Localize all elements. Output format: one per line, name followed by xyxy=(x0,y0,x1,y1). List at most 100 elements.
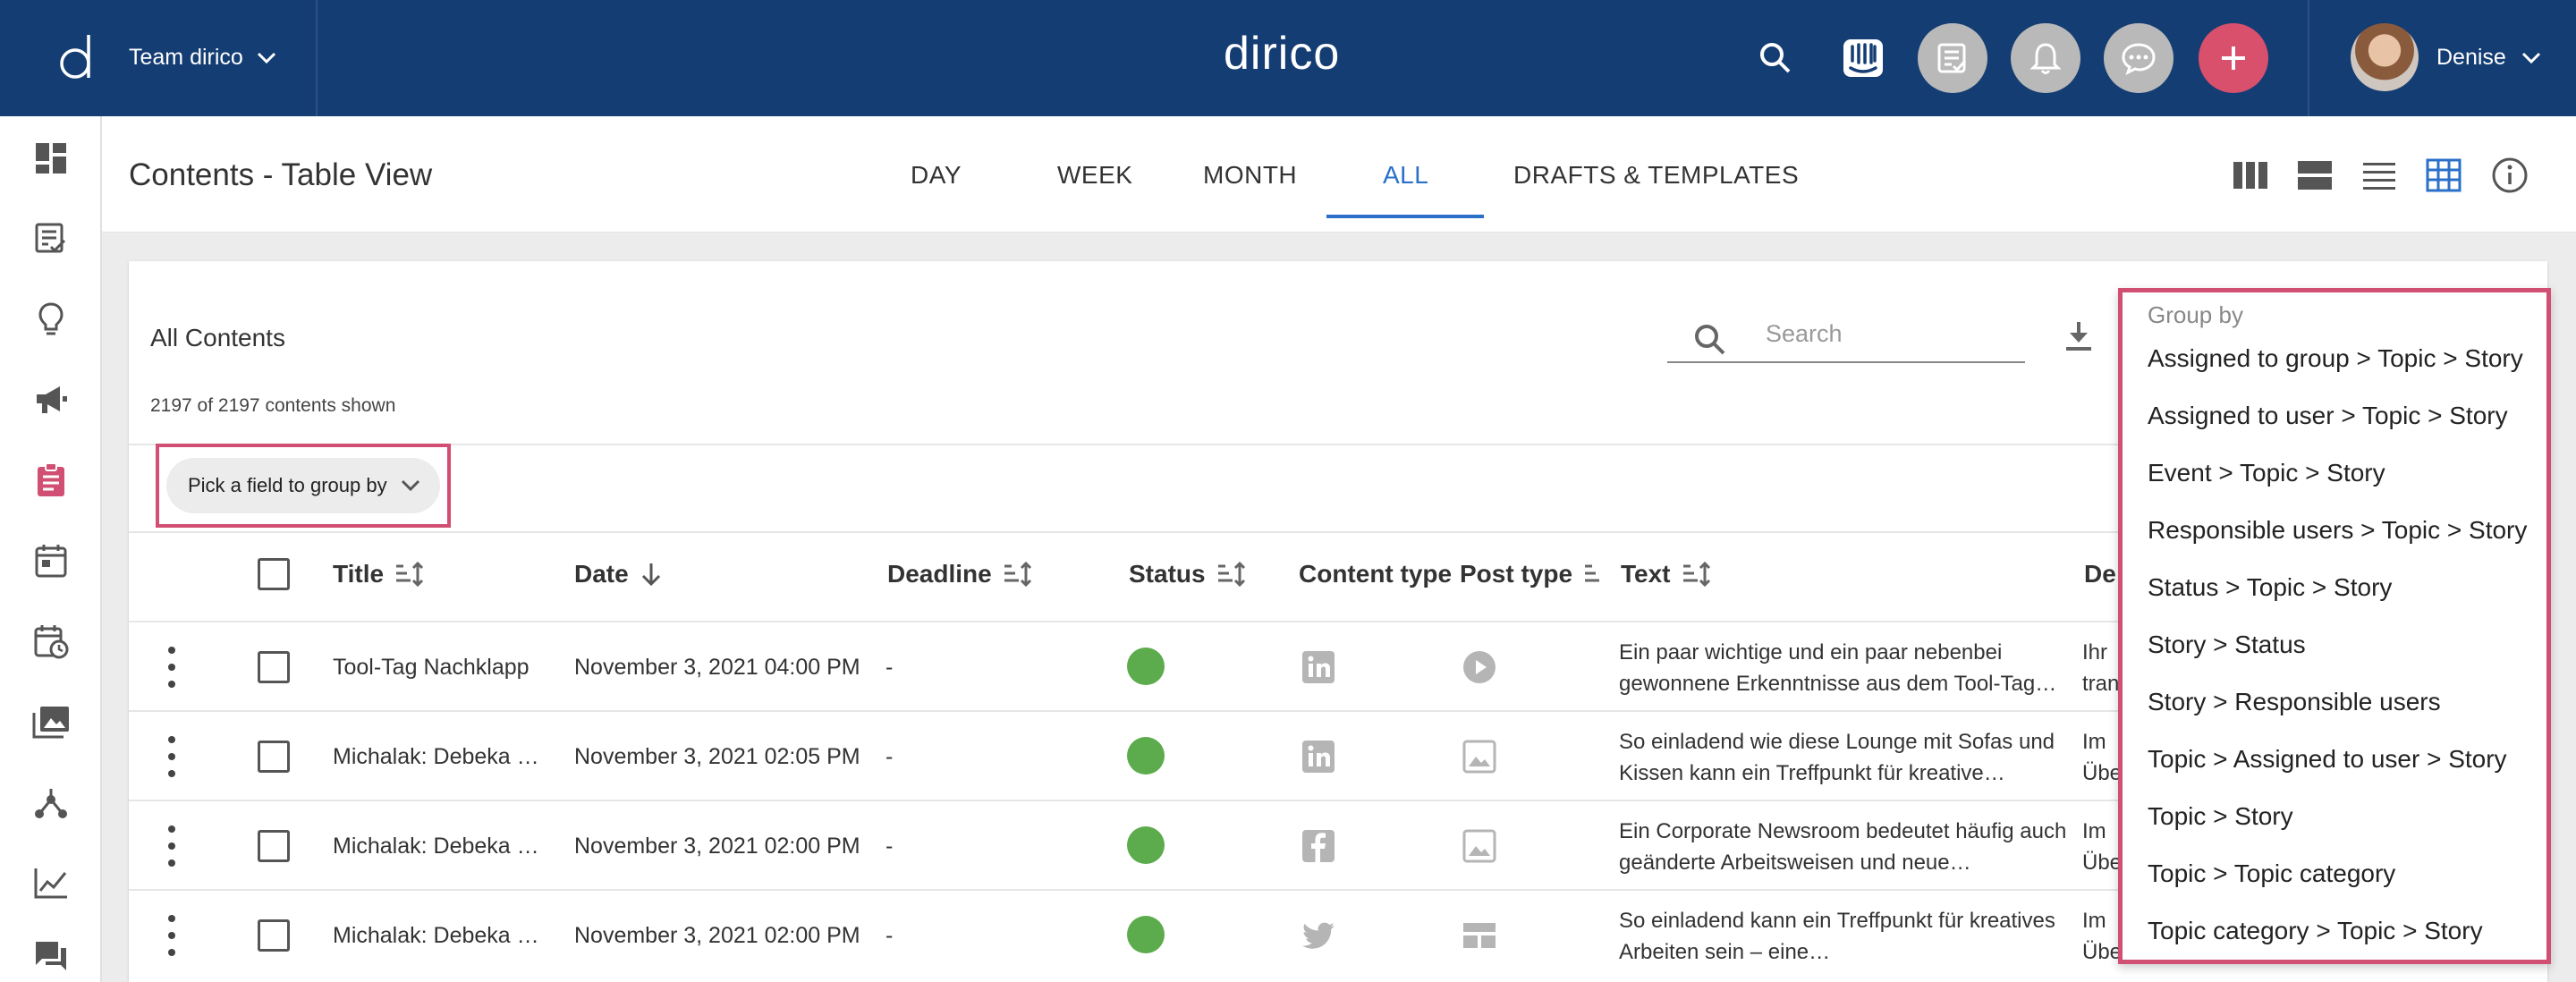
dropdown-option[interactable]: Story > Responsible users xyxy=(2148,688,2441,716)
info-icon[interactable] xyxy=(2490,156,2529,195)
tab-drafts-templates[interactable]: DRAFTS & TEMPLATES xyxy=(1513,161,1799,190)
tab-day[interactable]: DAY xyxy=(911,161,962,190)
dropdown-option[interactable]: Responsible users > Topic > Story xyxy=(2148,516,2527,545)
bell-icon[interactable] xyxy=(2011,23,2080,93)
tasks-icon[interactable] xyxy=(1918,23,1987,93)
dropdown-option[interactable]: Topic > Topic category xyxy=(2148,859,2395,888)
column-header-description[interactable]: De xyxy=(2084,560,2116,588)
status-indicator xyxy=(1127,648,1165,685)
dashboard-icon[interactable] xyxy=(30,138,72,179)
hierarchy-icon[interactable] xyxy=(30,782,72,823)
avatar[interactable] xyxy=(2351,23,2419,91)
row-title[interactable]: Michalak: Debeka … xyxy=(333,923,539,949)
list-view-icon[interactable] xyxy=(2360,156,2399,195)
dirico-logo-icon xyxy=(60,35,90,79)
row-checkbox[interactable] xyxy=(258,651,290,683)
download-icon[interactable] xyxy=(2061,318,2097,354)
kebab-menu-icon[interactable] xyxy=(166,915,177,956)
kebab-menu-icon[interactable] xyxy=(166,825,177,867)
sidebar xyxy=(0,116,102,982)
sort-icon xyxy=(1585,564,1600,582)
page-title: Contents - Table View xyxy=(129,157,433,192)
kebab-menu-icon[interactable] xyxy=(166,736,177,777)
user-name: Denise xyxy=(2436,45,2506,70)
row-date: November 3, 2021 02:00 PM xyxy=(574,923,860,948)
column-view-icon[interactable] xyxy=(2231,156,2270,195)
row-text: So einladend wie diese Lounge mit Sofas … xyxy=(1619,730,2055,785)
column-header-post-type[interactable]: Post type xyxy=(1460,560,1603,588)
row-checkbox[interactable] xyxy=(258,741,290,773)
page-header: Contents - Table View DAY WEEK MONTH ALL… xyxy=(102,116,2576,233)
row-deadline: - xyxy=(886,923,894,948)
chevron-down-icon xyxy=(257,52,275,63)
group-by-label: Pick a field to group by xyxy=(188,474,387,496)
dropdown-option[interactable]: Topic > Story xyxy=(2148,802,2293,831)
lightbulb-icon[interactable] xyxy=(30,299,72,340)
column-label: Date xyxy=(574,560,629,588)
sort-icon xyxy=(396,561,424,588)
row-checkbox[interactable] xyxy=(258,919,290,952)
column-header-status[interactable]: Status xyxy=(1129,560,1247,588)
media-library-icon[interactable] xyxy=(30,701,72,742)
kebab-menu-icon[interactable] xyxy=(166,647,177,688)
megaphone-icon[interactable] xyxy=(30,379,72,420)
row-text: Ein Corporate Newsroom bedeutet häufig a… xyxy=(1619,819,2067,875)
dropdown-option[interactable]: Story > Status xyxy=(2148,631,2306,659)
row-checkbox[interactable] xyxy=(258,830,290,862)
dropdown-option[interactable]: Topic category > Topic > Story xyxy=(2148,917,2483,945)
facebook-icon xyxy=(1302,830,1335,862)
sort-icon xyxy=(1004,561,1031,588)
column-label: Post type xyxy=(1460,560,1573,588)
column-label: Deadline xyxy=(887,560,992,588)
messages-icon[interactable] xyxy=(30,935,72,977)
row-text: Ein paar wichtige und ein paar nebenbei … xyxy=(1619,640,2057,696)
add-icon[interactable] xyxy=(2199,23,2268,93)
column-label: Status xyxy=(1129,560,1206,588)
card-title: All Contents xyxy=(150,324,285,351)
calendar-icon[interactable] xyxy=(30,540,72,581)
column-header-date[interactable]: Date xyxy=(574,560,663,588)
column-header-title[interactable]: Title xyxy=(333,560,425,588)
intercom-icon[interactable] xyxy=(1828,23,1898,93)
dropdown-option[interactable]: Event > Topic > Story xyxy=(2148,459,2385,487)
image-icon xyxy=(1462,740,1496,774)
dropdown-option[interactable]: Assigned to group > Topic > Story xyxy=(2148,344,2523,373)
row-date: November 3, 2021 02:05 PM xyxy=(574,744,860,769)
chevron-down-icon xyxy=(2521,52,2540,63)
row-title[interactable]: Tool-Tag Nachklapp xyxy=(333,655,530,681)
column-label: De xyxy=(2084,560,2116,588)
column-header-content-type[interactable]: Content type xyxy=(1299,560,1452,588)
tab-week[interactable]: WEEK xyxy=(1057,161,1132,190)
calendar-clock-icon[interactable] xyxy=(30,621,72,662)
column-header-deadline[interactable]: Deadline xyxy=(887,560,1033,588)
analytics-icon[interactable] xyxy=(30,862,72,903)
search-icon[interactable] xyxy=(1741,23,1810,93)
select-all-checkbox[interactable] xyxy=(258,558,290,590)
dropdown-option[interactable]: Assigned to user > Topic > Story xyxy=(2148,402,2508,430)
chat-icon[interactable] xyxy=(2104,23,2174,93)
dropdown-option[interactable]: Status > Topic > Story xyxy=(2148,573,2392,602)
team-selector[interactable]: Team dirico xyxy=(129,45,277,71)
tab-month[interactable]: MONTH xyxy=(1203,161,1297,190)
row-deadline: - xyxy=(886,655,894,680)
carousel-icon xyxy=(1463,923,1496,948)
row-title[interactable]: Michalak: Debeka … xyxy=(333,744,539,770)
video-icon xyxy=(1463,651,1496,683)
clipboard-icon[interactable] xyxy=(30,460,72,501)
linkedin-icon xyxy=(1302,741,1335,773)
twitter-icon xyxy=(1302,922,1335,949)
group-by-select[interactable]: Pick a field to group by xyxy=(166,458,440,513)
column-header-text[interactable]: Text xyxy=(1621,560,1712,588)
dropdown-option[interactable]: Topic > Assigned to user > Story xyxy=(2148,745,2507,774)
card-view-icon[interactable] xyxy=(2295,156,2334,195)
content-list-icon[interactable] xyxy=(30,218,72,259)
search-icon xyxy=(1695,325,1725,355)
row-date: November 3, 2021 02:00 PM xyxy=(574,834,860,859)
tab-all[interactable]: ALL xyxy=(1383,161,1428,190)
table-view-icon[interactable] xyxy=(2424,156,2463,195)
search-field[interactable] xyxy=(1667,315,2025,363)
row-deadline: - xyxy=(886,744,894,769)
user-menu[interactable]: Denise xyxy=(2436,45,2542,71)
row-title[interactable]: Michalak: Debeka … xyxy=(333,834,539,859)
search-input[interactable] xyxy=(1766,320,2016,348)
